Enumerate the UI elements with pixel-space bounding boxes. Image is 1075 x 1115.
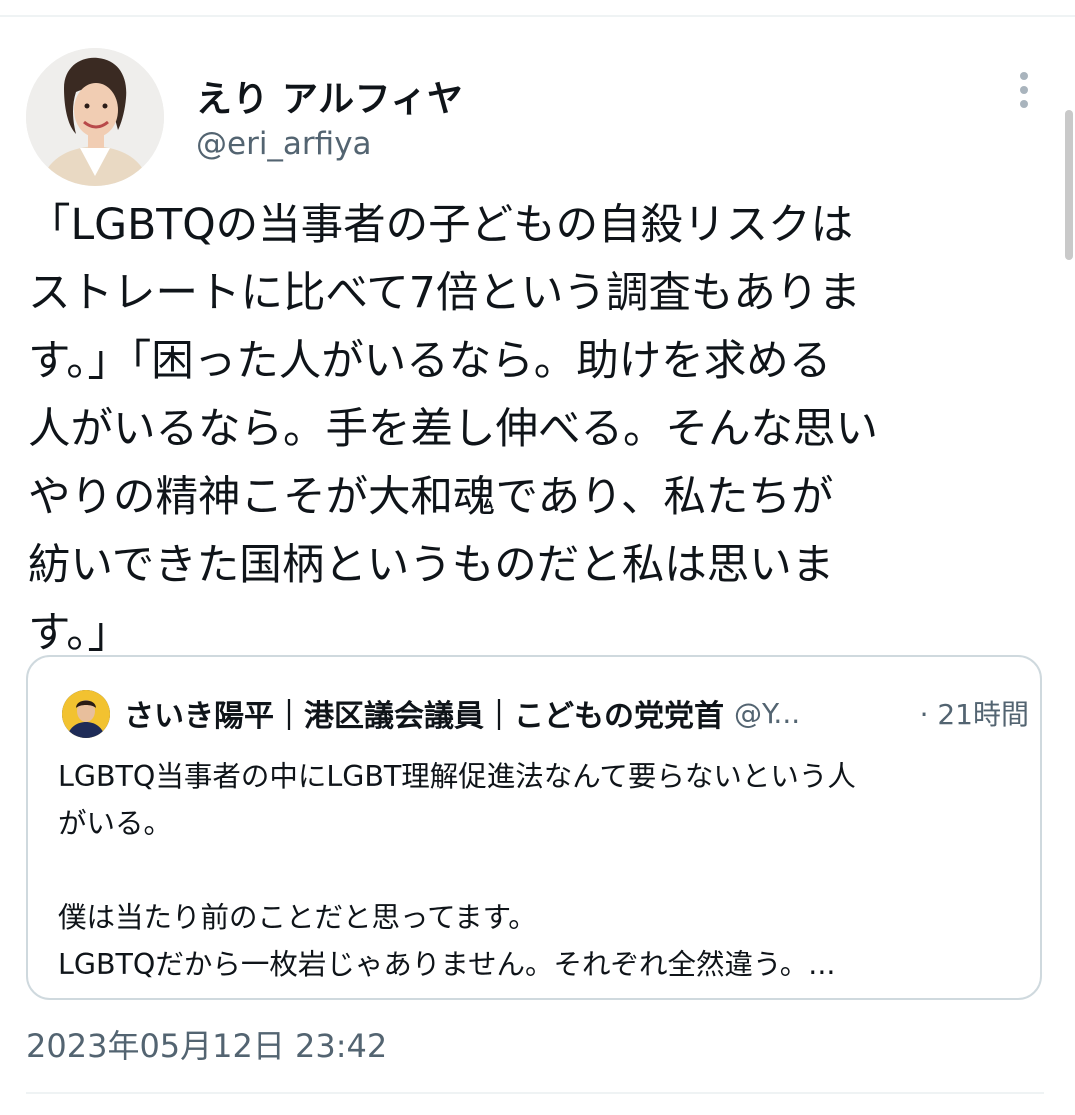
- bottom-divider: [26, 1092, 1044, 1094]
- profile-photo-icon: [26, 48, 164, 186]
- tweet-timestamp[interactable]: 2023年05月12日 23:42: [26, 1021, 387, 1067]
- tweet-text: 「LGBTQの当事者の子どもの自殺リスクは ストレートに比べて7倍という調査もあ…: [28, 201, 879, 658]
- quoted-tweet-time[interactable]: · 21時間: [913, 693, 1029, 733]
- quoted-author-avatar[interactable]: [62, 690, 110, 738]
- quoted-author-name[interactable]: さいき陽平｜港区議会議員｜こどもの党党首: [124, 699, 724, 734]
- quoted-tweet-text: LGBTQ当事者の中にLGBT理解促進法なんて要らないという人 がいる。 僕は当…: [58, 760, 856, 981]
- quoted-tweet-card[interactable]: さいき陽平｜港区議会議員｜こどもの党党首 @Y... · 21時間 LGBTQ当事…: [26, 655, 1042, 1000]
- quoted-profile-photo-icon: [62, 690, 110, 738]
- author-handle[interactable]: @eri_arfiya: [196, 126, 372, 162]
- quoted-tweet-header: さいき陽平｜港区議会議員｜こどもの党党首 @Y... · 21時間: [124, 691, 1029, 735]
- top-divider: [0, 15, 1075, 17]
- author-avatar[interactable]: [26, 48, 164, 186]
- quoted-author-handle[interactable]: @Y...: [734, 697, 800, 730]
- scrollbar-thumb[interactable]: [1065, 110, 1073, 260]
- more-options-icon[interactable]: [1008, 70, 1040, 110]
- author-display-name[interactable]: えり アルフィヤ: [196, 70, 463, 122]
